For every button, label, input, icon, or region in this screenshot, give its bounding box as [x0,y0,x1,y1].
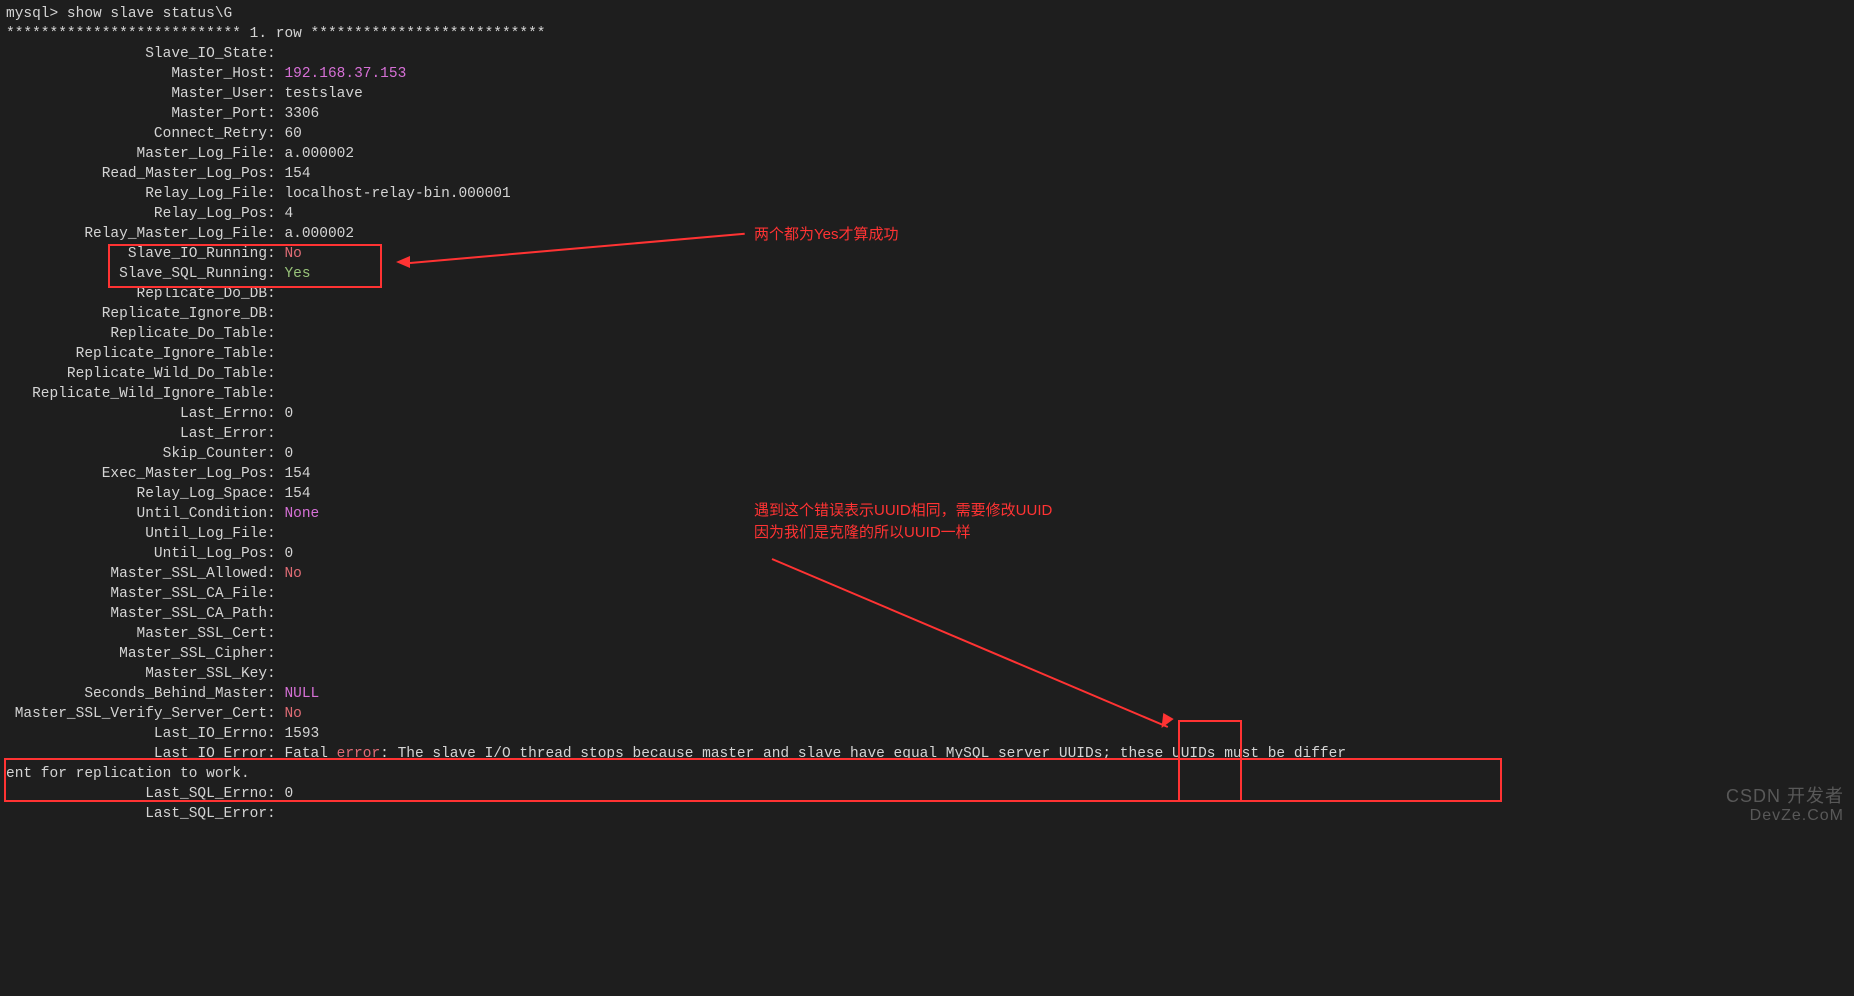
terminal-output: mysql> show slave status\G *************… [0,0,1854,828]
highlight-box-error-line [4,758,1502,802]
annotation-top: 两个都为Yes才算成功 [754,224,898,246]
watermark: CSDN 开发者 DevZe.CoM [1726,786,1844,826]
annotation-mid: 遇到这个错误表示UUID相同，需要修改UUID 因为我们是克隆的所以UUID一样 [754,500,1052,544]
highlight-box-uuids [1178,720,1242,802]
highlight-box-slave-running [108,244,382,288]
arrow-head-top [396,256,410,268]
